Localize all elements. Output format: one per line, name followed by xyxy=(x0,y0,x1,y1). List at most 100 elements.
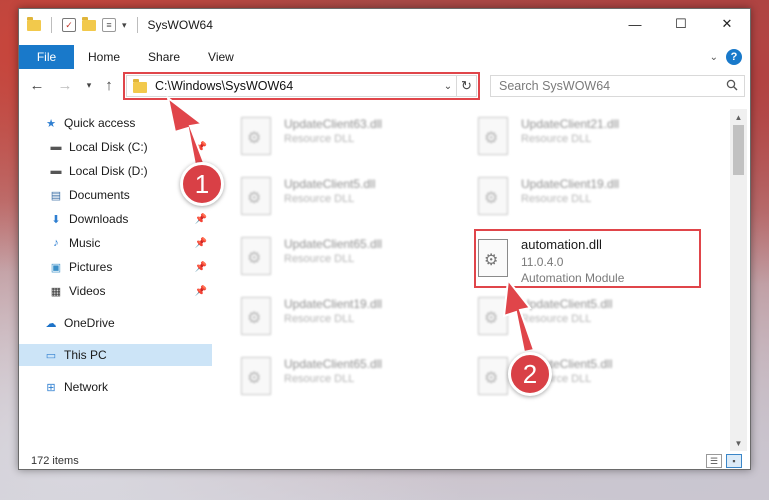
drive-icon: ▬ xyxy=(50,165,62,177)
expand-ribbon-icon[interactable]: ⌄ xyxy=(710,52,718,63)
dll-file-icon xyxy=(241,117,271,155)
sidebar-item-music[interactable]: ♪ Music 📌 xyxy=(19,232,212,254)
list-item[interactable]: UpdateClient5.dll Resource DLL xyxy=(219,171,439,227)
sidebar-item-documents[interactable]: ▤ Documents xyxy=(19,184,212,206)
sidebar-item-label: This PC xyxy=(64,348,107,362)
sidebar-item-videos[interactable]: ▦ Videos 📌 xyxy=(19,280,212,302)
navigation-pane: ★ Quick access ▬ Local Disk (C:) 📌 ▬ Loc… xyxy=(19,109,212,451)
file-name: UpdateClient21.dll xyxy=(521,117,620,131)
sidebar-item-network[interactable]: ⊞ Network xyxy=(19,376,212,398)
scroll-up-icon[interactable]: ▲ xyxy=(730,109,747,125)
forward-arrow-icon[interactable]: → xyxy=(55,75,75,95)
list-item[interactable]: UpdateClient65.dll Resource DLL xyxy=(219,351,439,407)
dll-file-icon xyxy=(478,117,508,155)
file-type: Resource DLL xyxy=(521,373,592,385)
sidebar-item-label: Quick access xyxy=(64,116,136,130)
chevron-down-icon[interactable]: ▾ xyxy=(122,20,127,31)
file-name: UpdateClient65.dll xyxy=(284,357,383,371)
up-arrow-icon[interactable]: ↑ xyxy=(99,75,119,95)
sidebar-item-quick-access[interactable]: ★ Quick access xyxy=(19,112,212,134)
dll-file-icon xyxy=(478,177,508,215)
minimize-button[interactable]: — xyxy=(612,9,658,39)
pin-icon[interactable]: 📌 xyxy=(195,286,207,297)
sidebar-item-label: Local Disk (D:) xyxy=(69,164,148,178)
search-icon[interactable] xyxy=(726,79,738,91)
search-input[interactable]: Search SysWOW64 xyxy=(490,75,745,97)
sidebar-item-pictures[interactable]: ▣ Pictures 📌 xyxy=(19,256,212,278)
large-icons-view-icon[interactable]: ▪ xyxy=(726,454,742,468)
help-icon[interactable]: ? xyxy=(726,49,742,65)
explorer-window: ✓ ≡ ▾ SysWOW64 — ☐ ✕ File Home Share Vie… xyxy=(18,8,751,470)
video-icon: ▦ xyxy=(50,285,62,298)
pin-icon[interactable]: 📌 xyxy=(195,214,207,225)
sidebar-item-label: Downloads xyxy=(69,212,129,226)
list-item[interactable]: UpdateClient5.dll Resource DLL xyxy=(456,291,676,347)
close-button[interactable]: ✕ xyxy=(704,9,750,39)
tab-view[interactable]: View xyxy=(194,45,248,69)
file-type: Resource DLL xyxy=(521,133,592,145)
recent-locations-icon[interactable]: ▾ xyxy=(79,75,99,95)
file-name: UpdateClient65.dll xyxy=(284,237,383,251)
new-folder-icon[interactable] xyxy=(82,16,96,31)
divider xyxy=(51,17,52,33)
file-type: Resource DLL xyxy=(521,313,592,325)
address-row: ← → ▾ ↑ C:\Windows\SysWOW64 ⌄ ↻ Search S… xyxy=(19,72,750,100)
pin-icon[interactable]: 📌 xyxy=(195,238,207,249)
ribbon-right-controls: ⌄ ? xyxy=(710,49,742,65)
details-view-icon[interactable]: ☰ xyxy=(706,454,722,468)
sidebar-item-label: Music xyxy=(69,236,101,250)
dll-file-icon xyxy=(241,357,271,395)
customize-toolbar-icon[interactable]: ≡ xyxy=(102,18,116,32)
file-type: Automation Module xyxy=(521,271,625,285)
list-item[interactable]: UpdateClient21.dll Resource DLL xyxy=(456,111,676,167)
file-name: UpdateClient63.dll xyxy=(284,117,383,131)
sidebar-item-downloads[interactable]: ⬇ Downloads 📌 xyxy=(19,208,212,230)
file-name: UpdateClient5.dll xyxy=(521,297,613,311)
pin-icon[interactable]: 📌 xyxy=(195,142,207,153)
pin-icon[interactable]: 📌 xyxy=(195,262,207,273)
properties-icon[interactable]: ✓ xyxy=(62,18,76,32)
sidebar-item-local-disk-c[interactable]: ▬ Local Disk (C:) 📌 xyxy=(19,136,212,158)
sidebar-item-label: Network xyxy=(64,380,109,394)
file-version: 11.0.4.0 xyxy=(521,255,564,269)
window-controls: — ☐ ✕ xyxy=(612,9,750,39)
sidebar-item-this-pc[interactable]: ▭ This PC xyxy=(19,344,212,366)
file-name: UpdateClient5.dll xyxy=(521,357,613,371)
star-icon: ★ xyxy=(46,117,56,130)
automation-dll-item[interactable]: automation.dll 11.0.4.0 Automation Modul… xyxy=(456,233,676,289)
dll-file-icon xyxy=(478,357,508,395)
list-item[interactable]: UpdateClient19.dll Resource DLL xyxy=(456,171,676,227)
tab-home[interactable]: Home xyxy=(74,45,134,69)
document-icon: ▤ xyxy=(50,189,62,202)
list-item[interactable]: UpdateClient65.dll Resource DLL xyxy=(219,231,439,287)
scroll-thumb[interactable] xyxy=(733,125,744,175)
download-icon: ⬇ xyxy=(51,213,61,226)
tab-share[interactable]: Share xyxy=(134,45,194,69)
address-highlight-box xyxy=(123,72,480,100)
quick-access-toolbar: ✓ ≡ ▾ xyxy=(19,16,142,33)
list-item[interactable]: UpdateClient5.dll Resource DLL xyxy=(456,351,676,407)
vertical-scrollbar[interactable]: ▲ ▼ xyxy=(730,109,747,451)
search-placeholder: Search SysWOW64 xyxy=(499,79,611,93)
maximize-button[interactable]: ☐ xyxy=(658,9,704,39)
sidebar-item-label: Local Disk (C:) xyxy=(69,140,148,154)
dll-file-icon xyxy=(241,177,271,215)
ribbon-tabs: File Home Share View ⌄ ? xyxy=(19,45,750,69)
scroll-down-icon[interactable]: ▼ xyxy=(730,435,747,451)
back-arrow-icon[interactable]: ← xyxy=(27,75,47,95)
sidebar-item-onedrive[interactable]: ☁ OneDrive xyxy=(19,312,212,334)
list-item[interactable]: UpdateClient63.dll Resource DLL xyxy=(219,111,439,167)
item-count: 172 items xyxy=(31,455,79,467)
pictures-icon: ▣ xyxy=(50,261,62,274)
folder-icon xyxy=(27,16,41,31)
file-type: Resource DLL xyxy=(284,253,355,265)
list-item[interactable]: UpdateClient19.dll Resource DLL xyxy=(219,291,439,347)
drive-icon: ▬ xyxy=(50,141,62,153)
sidebar-item-local-disk-d[interactable]: ▬ Local Disk (D:) xyxy=(19,160,212,182)
file-list: UpdateClient63.dll Resource DLL UpdateCl… xyxy=(219,109,729,451)
dll-file-icon xyxy=(241,297,271,335)
sidebar-item-label: Documents xyxy=(69,188,130,202)
file-type: Resource DLL xyxy=(284,313,355,325)
tab-file[interactable]: File xyxy=(19,45,74,69)
music-icon: ♪ xyxy=(53,237,59,249)
